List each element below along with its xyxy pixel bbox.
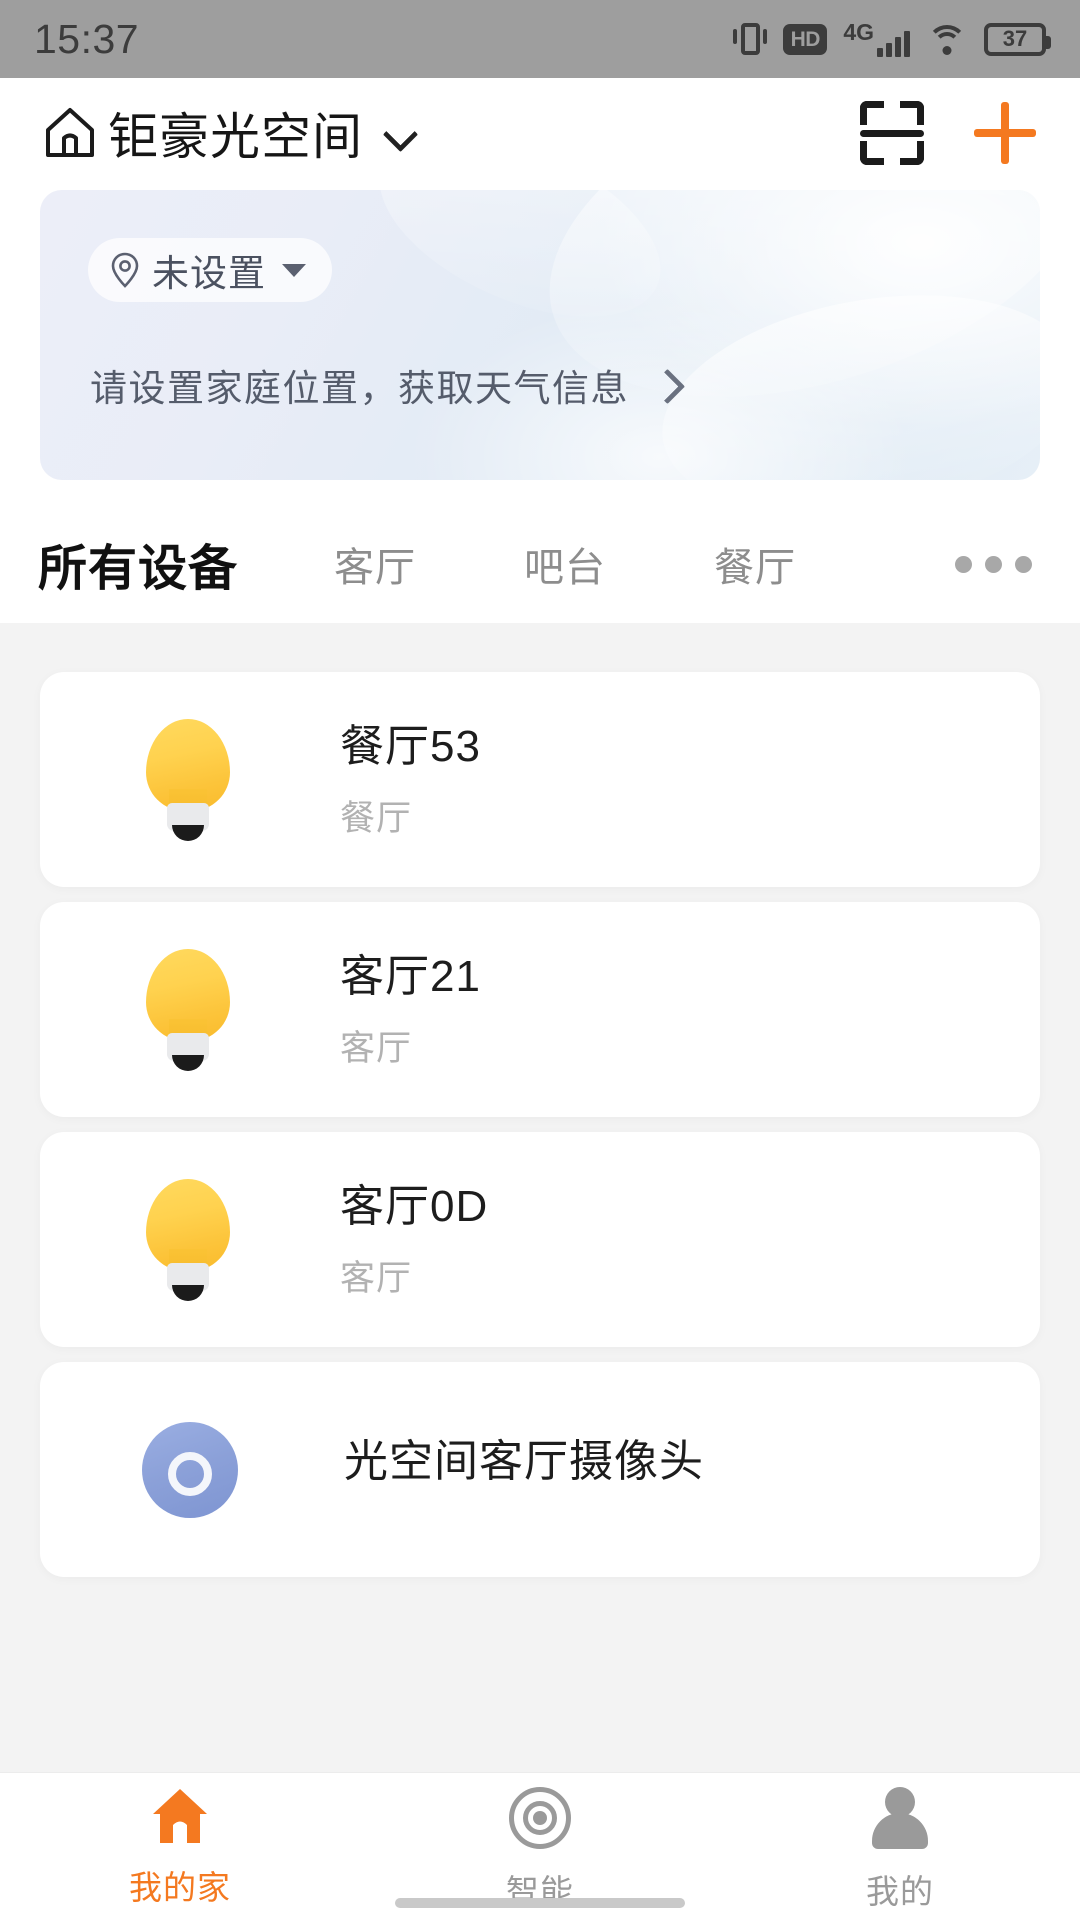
home-icon <box>153 1789 207 1843</box>
house-icon <box>46 108 94 157</box>
caret-down-icon[interactable] <box>282 263 306 277</box>
person-icon <box>870 1787 930 1849</box>
location-chip[interactable]: 未设置 <box>88 238 332 302</box>
more-dots-icon[interactable] <box>955 555 1042 573</box>
scan-icon[interactable] <box>860 101 924 165</box>
hd-icon: HD <box>783 23 828 55</box>
nav-label-my-home: 我的家 <box>129 1869 231 1906</box>
device-card-text: 光空间客厅摄像头 <box>344 1434 704 1505</box>
status-time: 15:37 <box>34 15 140 62</box>
status-icon-group: HD 4G 37 <box>733 20 1051 58</box>
battery-icon: 37 <box>984 22 1051 56</box>
light-bulb-icon <box>142 948 234 1071</box>
weather-card[interactable]: 未设置 请设置家庭位置，获取天气信息 <box>40 190 1040 480</box>
device-name: 餐厅53 <box>340 721 481 771</box>
chevron-down-icon[interactable] <box>385 118 415 148</box>
device-card-text: 客厅0D 客厅 <box>340 1179 488 1301</box>
home-indicator <box>395 1898 685 1908</box>
weather-hint-label: 请设置家庭位置，获取天气信息 <box>90 368 629 409</box>
app-header: 钜豪光空间 <box>0 78 1080 188</box>
light-bulb-icon <box>142 1178 234 1301</box>
network-label: 4G <box>843 19 874 45</box>
device-name: 光空间客厅摄像头 <box>344 1437 704 1486</box>
smart-scene-icon <box>509 1787 571 1849</box>
device-room: 客厅 <box>340 1028 413 1068</box>
device-card[interactable]: 客厅0D 客厅 <box>40 1132 1040 1347</box>
nav-item-my-home[interactable]: 我的家 <box>0 1787 360 1909</box>
device-card-text: 客厅21 客厅 <box>340 949 481 1071</box>
home-selector[interactable]: 钜豪光空间 <box>42 97 415 169</box>
device-card[interactable]: 餐厅53 餐厅 <box>40 672 1040 887</box>
device-card[interactable]: 客厅21 客厅 <box>40 902 1040 1117</box>
camera-icon <box>142 1421 238 1518</box>
weather-hint-row[interactable]: 请设置家庭位置，获取天气信息 <box>90 358 677 412</box>
nav-item-smart[interactable]: 智能 <box>360 1787 720 1913</box>
location-value: 未设置 <box>152 253 266 294</box>
status-bar: 15:37 HD 4G 37 <box>0 0 1080 78</box>
device-name: 客厅21 <box>340 951 481 1001</box>
nav-label-profile: 我的 <box>866 1873 934 1910</box>
device-name: 客厅0D <box>340 1181 489 1231</box>
wifi-icon <box>926 23 968 56</box>
tab-all-devices[interactable]: 所有设备 <box>38 529 238 600</box>
home-name-label: 钜豪光空间 <box>108 109 363 165</box>
plus-icon[interactable] <box>974 102 1036 164</box>
location-pin-icon <box>111 252 139 288</box>
battery-level: 37 <box>1002 26 1028 51</box>
tab-bar-counter[interactable]: 吧台 <box>524 535 606 593</box>
tab-living-room[interactable]: 客厅 <box>334 535 416 593</box>
light-bulb-icon <box>142 718 234 841</box>
header-actions <box>860 101 1036 165</box>
room-tabs: 所有设备 客厅 吧台 餐厅 <box>0 505 1080 623</box>
chevron-right-icon <box>655 374 677 396</box>
device-card-text: 餐厅53 餐厅 <box>340 719 481 841</box>
signal-bars <box>877 31 910 57</box>
device-room: 餐厅 <box>340 798 413 838</box>
vibrate-icon <box>733 20 768 58</box>
tab-dining-room[interactable]: 餐厅 <box>714 535 796 593</box>
4g-signal-icon: 4G <box>843 21 910 57</box>
device-room: 客厅 <box>340 1258 413 1298</box>
bottom-navigation: 我的家 智能 我的 <box>0 1772 1080 1920</box>
device-list[interactable]: 餐厅53 餐厅 客厅21 客厅 客厅0D 客厅 光空间客厅摄像头 <box>0 623 1080 1793</box>
app-root: 15:37 HD 4G 37 钜豪光空间 未设置 请设置家庭位置，获取天气信息 … <box>0 0 1080 1920</box>
device-card[interactable]: 光空间客厅摄像头 <box>40 1362 1040 1577</box>
nav-item-profile[interactable]: 我的 <box>720 1787 1080 1913</box>
